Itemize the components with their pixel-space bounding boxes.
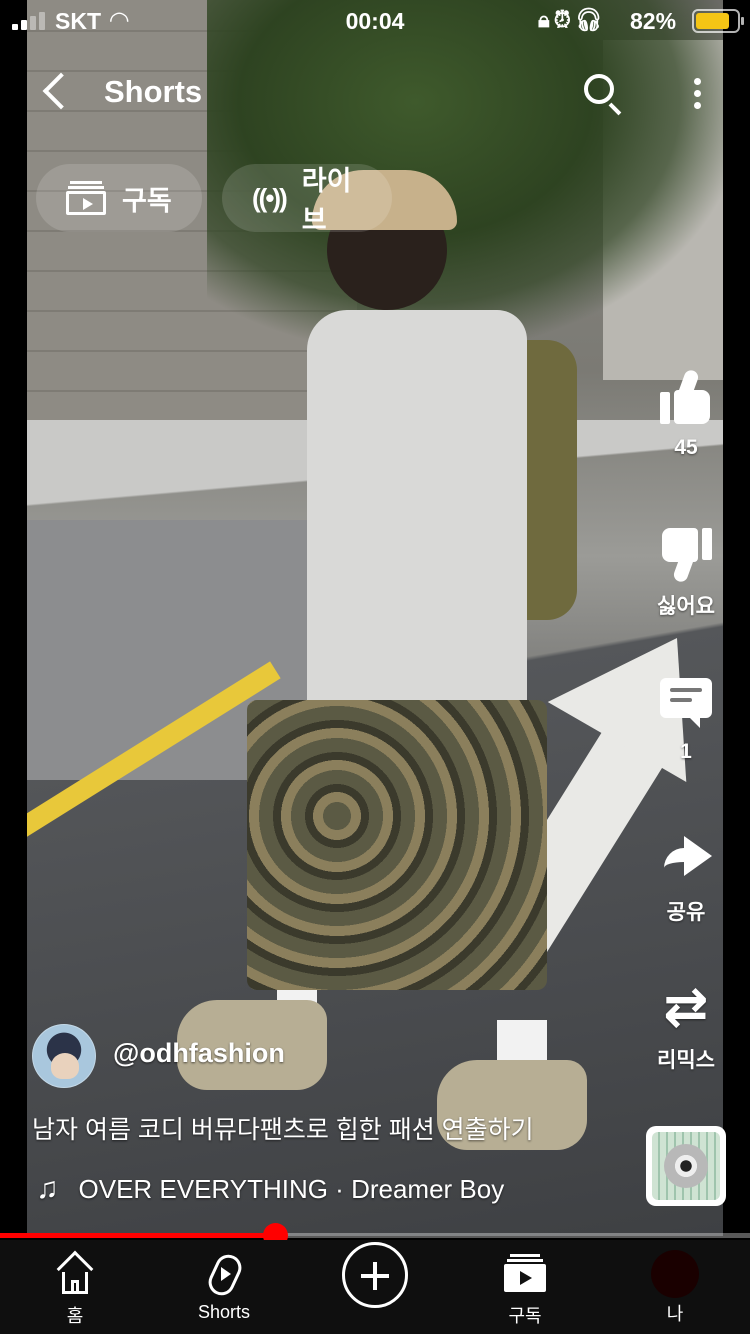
person-shirt	[307, 310, 527, 720]
subscriptions-icon	[66, 181, 106, 215]
channel-handle[interactable]: @odhfashion	[113, 1038, 285, 1069]
thumbs-up-icon	[660, 368, 712, 428]
profile-avatar-icon	[651, 1250, 699, 1298]
battery-fill	[696, 13, 729, 29]
battery-icon	[692, 9, 744, 33]
nav-home[interactable]: 홈	[15, 1250, 135, 1328]
bottom-navigation: 홈 Shorts 구독 나	[0, 1240, 750, 1334]
subscriptions-icon	[504, 1250, 546, 1300]
shorts-icon	[204, 1250, 246, 1300]
remix-icon: ⇄	[663, 977, 709, 1037]
share-label: 공유	[666, 901, 706, 924]
nav-shorts[interactable]: Shorts	[164, 1250, 284, 1323]
remix-label: 리믹스	[657, 1049, 715, 1072]
channel-avatar[interactable]	[32, 1024, 96, 1088]
live-icon: ((•))	[252, 182, 288, 213]
alarm-icon: ⏰︎	[553, 7, 575, 32]
person-camo-shorts	[247, 700, 547, 990]
search-icon[interactable]	[580, 70, 624, 116]
nav-subscriptions[interactable]: 구독	[465, 1250, 585, 1328]
progress-fill	[0, 1233, 275, 1238]
live-chip-label: 라이브	[301, 166, 352, 235]
home-icon	[56, 1250, 94, 1300]
subscriptions-chip-label: 구독	[122, 185, 172, 216]
comment-icon	[660, 674, 712, 732]
music-note-icon: ♫	[36, 1172, 59, 1205]
comment-count: 1	[680, 740, 692, 763]
nav-create[interactable]	[315, 1242, 435, 1310]
headphones-icon: 🎧︎	[574, 7, 607, 32]
remix-button[interactable]: ⇄ 리믹스	[648, 978, 724, 1074]
album-disc-icon	[664, 1144, 708, 1188]
page-title: Shorts	[104, 74, 203, 109]
video-progress-bar[interactable]	[0, 1223, 750, 1248]
create-plus-icon	[342, 1242, 408, 1308]
music-album-thumbnail[interactable]	[646, 1126, 726, 1206]
subscriptions-chip[interactable]: 구독	[36, 164, 202, 232]
orientation-lock-icon: 🔒︎	[538, 7, 554, 32]
video-caption[interactable]: 남자 여름 코디 버뮤다팬츠로 힙한 패션 연출하기	[32, 1110, 534, 1146]
more-vertical-icon[interactable]	[684, 72, 712, 116]
share-icon	[660, 830, 712, 888]
live-chip[interactable]: ((•)) 라이브	[222, 164, 392, 235]
nav-me[interactable]: 나	[615, 1250, 735, 1326]
nav-me-label: 나	[666, 1304, 684, 1324]
like-count: 45	[674, 436, 698, 459]
chevron-left-icon[interactable]	[38, 70, 78, 114]
status-bar: SKT ◠ 00:04 🔒︎⏰︎🎧︎ 82%	[0, 0, 750, 42]
shorts-header: Shorts	[0, 60, 750, 126]
nav-subscriptions-label: 구독	[508, 1306, 542, 1326]
share-button[interactable]: 공유	[648, 830, 724, 926]
music-row[interactable]: ♫ OVER EVERYTHING · Dreamer Boy	[36, 1172, 504, 1206]
comment-button[interactable]: 1	[648, 674, 724, 764]
dislike-button[interactable]: 싫어요	[648, 524, 724, 620]
battery-percent: 82%	[630, 8, 677, 34]
nav-home-label: 홈	[66, 1306, 84, 1326]
status-icons: 🔒︎⏰︎🎧︎	[538, 7, 607, 33]
like-button[interactable]: 45	[648, 368, 724, 460]
thumbs-down-icon	[660, 524, 712, 584]
nav-shorts-label: Shorts	[197, 1302, 251, 1322]
dislike-label: 싫어요	[657, 595, 715, 618]
music-title: OVER EVERYTHING · Dreamer Boy	[78, 1173, 505, 1204]
